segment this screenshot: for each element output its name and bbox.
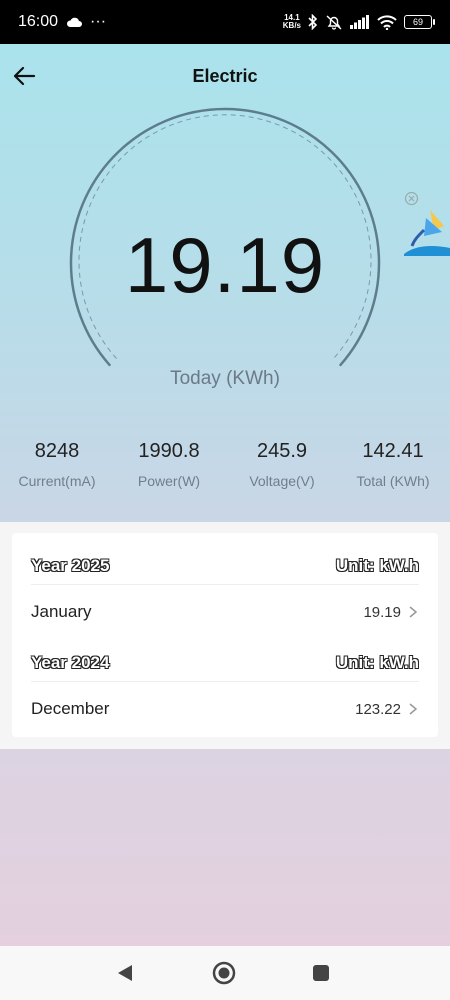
stat-value: 142.41 (362, 440, 424, 462)
triangle-back-icon[interactable] (112, 960, 138, 986)
network-speed: 14.1 KB/s (282, 13, 301, 30)
stat-label: Current(mA) (18, 473, 96, 489)
divider (31, 584, 419, 585)
unit-label: Unit: kW.h (335, 556, 419, 575)
system-nav-bar (0, 946, 450, 1000)
divider (31, 681, 419, 682)
month-value: 123.22 (355, 700, 401, 718)
more-notifications-indicator: ··· (90, 13, 107, 30)
close-icon[interactable] (404, 191, 419, 206)
signal-icon (350, 15, 369, 29)
today-energy-value: 19.19 (124, 221, 326, 309)
month-row-january[interactable]: January 19.19 (31, 587, 419, 637)
mute-bell-icon (326, 15, 342, 30)
stat-value: 245.9 (256, 440, 308, 462)
unit-label: Unit: kW.h (335, 653, 419, 672)
month-row-december[interactable]: December 123.22 (31, 684, 419, 734)
year-title: Year 2024 (31, 653, 110, 672)
status-time: 16:00 (18, 13, 59, 30)
year-header-2024: Year 2024 Unit: kW.h (31, 646, 419, 680)
stat-total: 142.41 Total (KWh) (337, 440, 449, 489)
stat-voltage: 245.9 Voltage(V) (226, 440, 338, 489)
month-value: 19.19 (363, 603, 401, 621)
history-card: Year 2025 Unit: kW.h January 19.19 Year … (12, 533, 438, 737)
chevron-right-icon (409, 703, 418, 715)
page-title: Electric (192, 66, 258, 86)
year-title: Year 2025 (31, 556, 110, 575)
stat-label: Total (KWh) (356, 473, 430, 489)
stat-value: 8248 (34, 440, 80, 462)
month-name: January (31, 602, 92, 621)
stats-row: 8248 Current(mA) 1990.8 Power(W) 245.9 V… (0, 440, 450, 500)
stat-label: Voltage(V) (249, 473, 315, 489)
square-recents-icon[interactable] (308, 960, 334, 986)
bluetooth-icon (308, 14, 318, 30)
stat-current: 8248 Current(mA) (1, 440, 113, 489)
chevron-right-icon (409, 606, 418, 618)
status-bar: 16:00 ··· 14.1 KB/s 69 (0, 0, 450, 44)
battery-indicator: 69 (404, 15, 435, 29)
stat-value: 1990.8 (138, 440, 200, 462)
circle-home-icon[interactable] (211, 960, 237, 986)
month-name: December (31, 699, 110, 718)
cloud-icon (67, 17, 83, 27)
stat-power: 1990.8 Power(W) (113, 440, 225, 489)
stat-label: Power(W) (137, 473, 201, 489)
wifi-icon (377, 14, 397, 30)
year-header-2025: Year 2025 Unit: kW.h (31, 549, 419, 583)
ad-banner-image[interactable] (404, 206, 450, 256)
today-energy-label: Today (KWh) (170, 368, 280, 389)
